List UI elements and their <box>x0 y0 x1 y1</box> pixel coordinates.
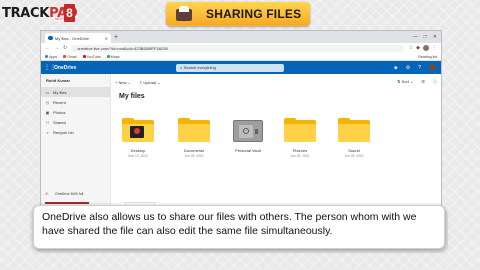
storage-bar <box>45 202 89 204</box>
logo-part-1: TRACK <box>2 5 50 21</box>
help-icon[interactable]: ? <box>418 65 421 71</box>
extensions-icon[interactable]: ◆ <box>416 45 420 51</box>
caption-text: OneDrive also allows us to share our fil… <box>42 211 417 237</box>
folder-icon <box>338 118 370 142</box>
folder-tile-sound[interactable]: Sound Jun 25, 2021 <box>331 118 377 158</box>
storage-indicator[interactable]: ⚠ OneDrive 84% full <box>45 182 89 204</box>
maps-icon <box>106 55 110 58</box>
url-input[interactable]: onedrive.live.com/?id=root&cid=423BDB0EF… <box>71 44 405 52</box>
star-icon[interactable]: ☆ <box>409 45 413 51</box>
bookmark-gmail[interactable]: Gmail <box>63 55 77 59</box>
sidebar-item-photos[interactable]: ▣ Photos <box>41 107 110 117</box>
premium-icon[interactable]: ◈ <box>394 65 398 71</box>
caption-box: OneDrive also allows us to share our fil… <box>33 205 445 249</box>
close-tab-icon[interactable]: ✕ <box>105 36 108 41</box>
vault-icon <box>233 120 263 142</box>
reading-list[interactable]: Reading list <box>418 55 437 59</box>
sort-button[interactable]: ⇅ Sort ⌄ <box>397 79 413 85</box>
folder-icon <box>122 118 154 142</box>
trash-icon: ▿ <box>46 129 49 135</box>
folder-tile-documents[interactable]: Documents Jun 25, 2021 <box>171 118 217 158</box>
bookmark-maps[interactable]: Maps <box>106 55 120 59</box>
photo-icon: ▣ <box>45 109 50 115</box>
sidebar-item-my-files[interactable]: ▭ My files <box>41 87 110 97</box>
main-content: + New ⌄ ⇧ Upload ⌄ ⇅ Sort ⌄ ☰ ⓘ My files… <box>111 74 441 209</box>
onedrive-header: ⋮⋮ OneDrive ⌕ Search everything ◈ ⚙ ? <box>41 61 441 74</box>
command-bar: + New ⌄ ⇧ Upload ⌄ ⇅ Sort ⌄ ☰ ⓘ <box>115 77 437 87</box>
sidebar: Rohit Kumar ▭ My files ◷ Recent ▣ Photos ⚇ S… <box>41 74 111 209</box>
onedrive-favicon-icon <box>48 36 53 40</box>
title-banner: SHARING FILES <box>166 2 310 26</box>
account-avatar[interactable] <box>429 64 436 71</box>
folder-icon <box>178 118 210 142</box>
close-window-icon[interactable]: ✕ <box>433 34 437 40</box>
search-input[interactable]: ⌕ Search everything <box>176 63 285 72</box>
folder-tile-pictures[interactable]: Pictures Jun 25, 2021 <box>277 118 323 158</box>
people-icon: ⚇ <box>45 119 50 125</box>
folder-tile-personal-vault[interactable]: Personal Vault <box>225 118 271 154</box>
new-tab-icon[interactable]: + <box>114 33 118 43</box>
apps-icon <box>45 55 48 58</box>
gmail-icon <box>63 55 67 58</box>
profile-avatar[interactable] <box>423 45 429 51</box>
browser-window: My files - OneDrive ✕ + — □ ✕ ← → ↻ oned… <box>40 30 442 210</box>
folder-icon: ▭ <box>45 89 50 95</box>
folder-share-icon <box>174 6 194 22</box>
browser-tab[interactable]: My files - OneDrive ✕ <box>45 33 111 43</box>
clock-icon: ◷ <box>45 99 50 105</box>
app-name[interactable]: OneDrive <box>54 65 76 71</box>
bookmark-apps[interactable]: Apps <box>45 55 57 59</box>
maximize-icon[interactable]: □ <box>424 34 427 40</box>
minimize-icon[interactable]: — <box>413 34 418 40</box>
menu-icon[interactable]: ⋮ <box>432 45 437 51</box>
page-title: My files <box>119 93 145 100</box>
sidebar-item-recent[interactable]: ◷ Recent <box>41 97 110 107</box>
trackpad-logo: TRACKPAD NEXT 8 <box>2 2 78 24</box>
address-bar: ← → ↻ onedrive.live.com/?id=root&cid=423… <box>41 43 441 53</box>
upload-button[interactable]: ⇧ Upload ⌄ <box>139 80 161 85</box>
reload-icon[interactable]: ↻ <box>63 45 67 51</box>
storage-label: OneDrive 84% full <box>55 192 84 196</box>
banner-title: SHARING FILES <box>206 7 302 21</box>
forward-icon[interactable]: → <box>54 45 59 51</box>
view-options-icon[interactable]: ☰ <box>421 79 425 85</box>
folder-tile-desktop[interactable]: Desktop Nov 13, 2021 <box>115 118 161 158</box>
details-icon[interactable]: ⓘ <box>433 79 437 85</box>
app-launcher-icon[interactable]: ⋮⋮ <box>44 64 56 71</box>
new-button[interactable]: + New ⌄ <box>115 80 131 85</box>
user-name: Rohit Kumar <box>46 78 70 83</box>
back-icon[interactable]: ← <box>45 45 50 51</box>
logo-number: 8 <box>64 4 75 22</box>
tab-strip: My files - OneDrive ✕ + — □ ✕ <box>41 31 441 43</box>
bookmark-youtube[interactable]: YouTube <box>82 55 101 59</box>
settings-icon[interactable]: ⚙ <box>406 65 410 71</box>
folder-icon <box>284 118 316 142</box>
youtube-icon <box>82 55 86 58</box>
sidebar-item-shared[interactable]: ⚇ Shared <box>41 117 110 127</box>
tab-title: My files - OneDrive <box>55 35 90 41</box>
warning-icon: ⚠ <box>45 191 49 196</box>
bookmarks-bar: Apps Gmail YouTube Maps Reading list <box>41 53 441 61</box>
sidebar-item-recycle-bin[interactable]: ▿ Recycle bin <box>41 127 110 137</box>
